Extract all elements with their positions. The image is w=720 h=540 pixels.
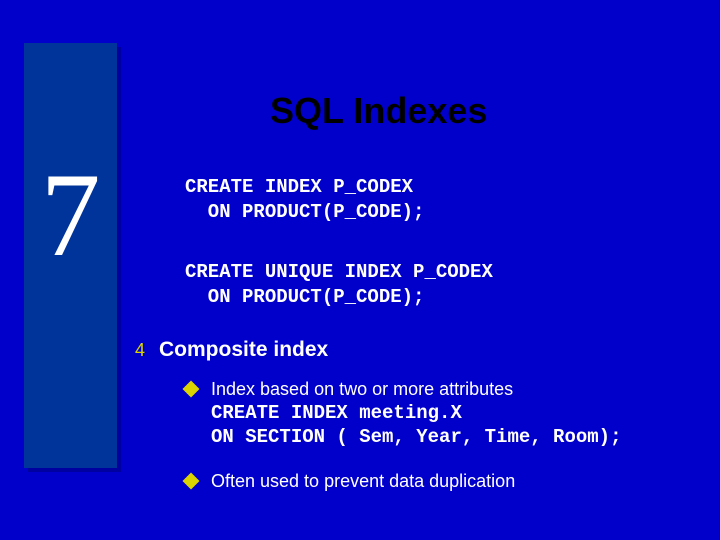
bullet-label: Composite index [159,338,328,362]
diamond-icon [183,381,200,398]
bullet-icon: 4 [135,340,145,361]
diamond-icon [183,473,200,490]
code-block-create-index: CREATE INDEX P_CODEX ON PRODUCT(P_CODE); [185,175,424,224]
chapter-number: 7 [24,155,117,275]
slide: 7 SQL Indexes CREATE INDEX P_CODEX ON PR… [0,0,720,540]
sub-bullet-duplication: Often used to prevent data duplication [185,470,515,493]
code-block-create-unique-index: CREATE UNIQUE INDEX P_CODEX ON PRODUCT(P… [185,260,493,309]
sub-bullet-text: Index based on two or more attributes CR… [211,378,621,450]
slide-title: SQL Indexes [270,90,487,132]
bullet-composite-index: 4 Composite index [135,338,328,362]
sub-bullet-text: Often used to prevent data duplication [211,470,515,493]
sub-bullet-attributes: Index based on two or more attributes CR… [185,378,621,450]
